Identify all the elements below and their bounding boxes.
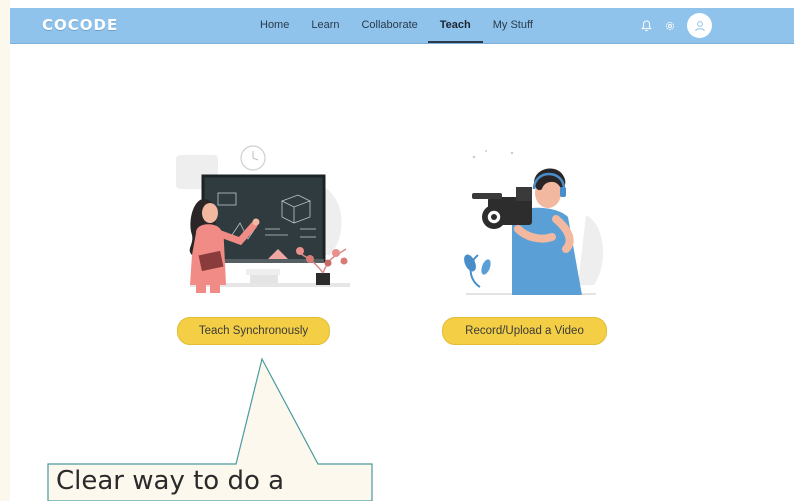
annotation-text: Clear way to do a xyxy=(56,466,285,496)
annotation-callout xyxy=(47,357,373,501)
